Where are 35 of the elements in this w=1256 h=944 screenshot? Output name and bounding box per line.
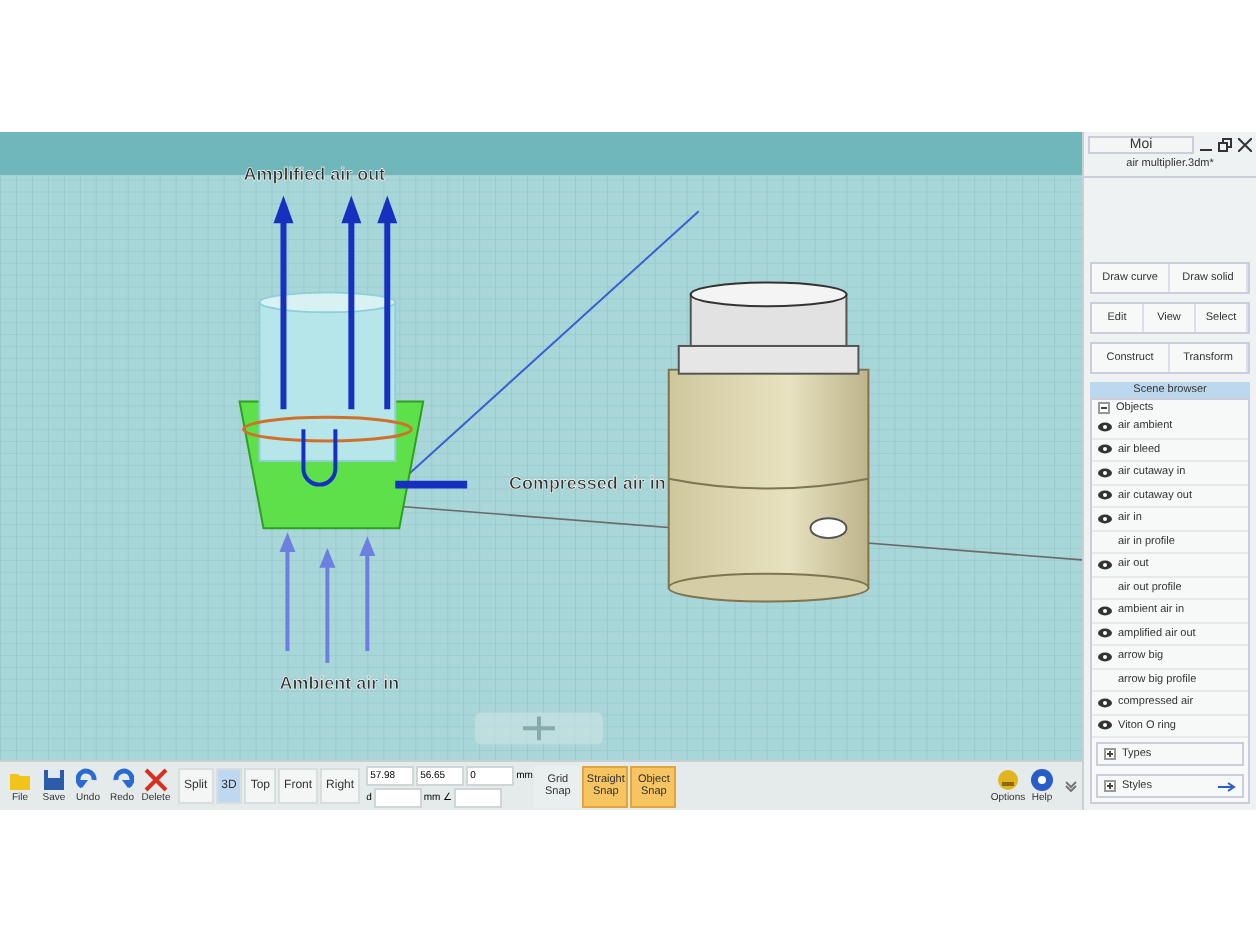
eye-icon[interactable]	[1098, 697, 1112, 708]
eye-icon[interactable]	[1098, 513, 1112, 524]
eye-icon[interactable]	[1098, 421, 1112, 432]
delete-icon	[144, 768, 168, 792]
arrow-icon	[377, 195, 398, 410]
redo-icon	[110, 768, 134, 792]
arrow-icon	[279, 532, 296, 652]
scene-label: Amplified air out	[243, 163, 386, 184]
eye-icon[interactable]	[1098, 444, 1112, 455]
eye-icon[interactable]	[1098, 490, 1112, 501]
chevron-icon[interactable]	[1064, 780, 1078, 792]
arrow-icon	[359, 536, 376, 652]
eye-icon[interactable]	[1098, 628, 1112, 639]
arrow-icon[interactable]	[1218, 781, 1236, 791]
expander-icon[interactable]	[1098, 402, 1110, 414]
folder-icon	[8, 768, 32, 792]
undo-icon	[76, 768, 100, 792]
eye-icon[interactable]	[1098, 720, 1112, 731]
eye-icon[interactable]	[1098, 651, 1112, 662]
angle-field[interactable]	[453, 787, 502, 807]
eye-icon[interactable]	[1098, 605, 1112, 616]
restore-icon[interactable]	[1218, 138, 1232, 152]
arrow-icon	[273, 195, 294, 410]
eye-icon[interactable]	[1098, 467, 1112, 478]
scene-label: Ambient air in	[279, 672, 400, 693]
eye-icon[interactable]	[1098, 559, 1112, 570]
help-icon	[1030, 768, 1054, 792]
arrow-icon	[341, 195, 362, 410]
3d-viewport[interactable]: Amplified air out Compressed air in Ambient air in	[0, 132, 1082, 760]
scene-label: Compressed air in	[509, 472, 666, 493]
arrow-icon	[319, 548, 336, 663]
expander-icon[interactable]	[1104, 748, 1116, 760]
close-icon[interactable]	[1238, 138, 1252, 152]
expander-icon[interactable]	[1104, 780, 1116, 792]
distance-field[interactable]	[373, 787, 422, 807]
